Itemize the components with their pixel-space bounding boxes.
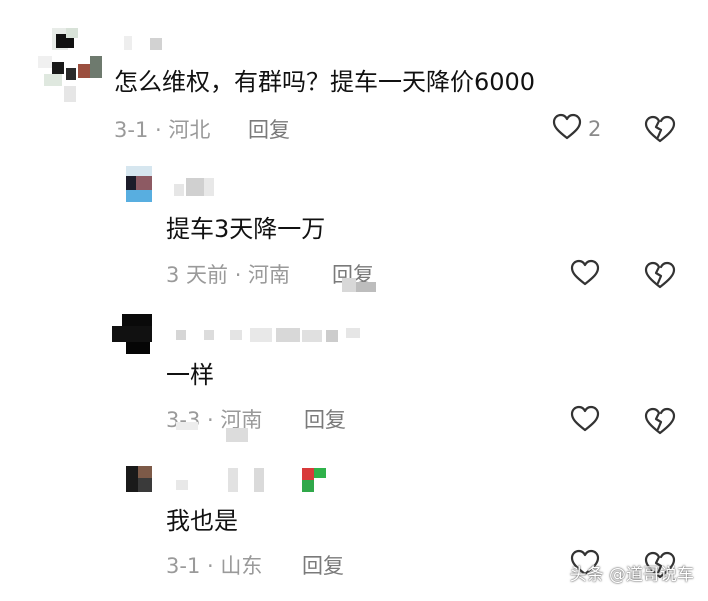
comment-text: 一样 — [166, 361, 214, 389]
dislike-button[interactable] — [644, 406, 676, 436]
blur-overlay — [342, 278, 378, 296]
broken-heart-icon — [644, 407, 676, 440]
broken-heart-icon — [644, 261, 676, 294]
heart-outline-icon — [570, 259, 600, 291]
reply-button[interactable]: 回复 — [304, 407, 346, 433]
dislike-button[interactable] — [644, 114, 676, 144]
like-count: 2 — [588, 117, 602, 141]
comment-text: 怎么维权，有群吗？提车一天降价6000 — [114, 68, 536, 96]
comment-item: 怎么维权，有群吗？提车一天降价6000 3-1 · 河北 回复 2 — [0, 0, 708, 160]
reply-button[interactable]: 回复 — [302, 553, 344, 579]
username[interactable] — [174, 178, 218, 196]
broken-heart-icon — [644, 115, 676, 148]
avatar[interactable] — [112, 314, 152, 354]
comment-meta: 3 天前 · 河南 — [166, 263, 291, 287]
avatar[interactable] — [126, 466, 152, 492]
comment-text: 提车3天降一万 — [166, 215, 326, 243]
reply-item: 提车3天降一万 3 天前 · 河南 回复 — [0, 160, 708, 300]
comment-meta: 3-1 · 河北 — [114, 118, 211, 142]
username[interactable] — [124, 34, 168, 52]
reply-item: 一样 3-3 · 河南 回复 — [0, 300, 708, 450]
dislike-button[interactable] — [644, 260, 676, 290]
watermark: 头条 @道哥说车 — [548, 560, 694, 585]
like-button[interactable] — [570, 405, 600, 437]
heart-outline-icon — [552, 113, 582, 145]
watermark-text: 头条 @道哥说车 — [569, 565, 694, 585]
heart-outline-icon — [570, 405, 600, 437]
comment-meta: 3-1 · 山东 — [166, 554, 263, 578]
blur-overlay — [176, 416, 276, 442]
username[interactable] — [176, 328, 366, 346]
comment-text: 我也是 — [166, 507, 238, 535]
reply-button[interactable]: 回复 — [248, 117, 290, 143]
avatar[interactable] — [126, 166, 152, 204]
username[interactable] — [176, 468, 336, 492]
avatar[interactable] — [38, 24, 102, 104]
like-button[interactable] — [570, 259, 600, 291]
like-button[interactable]: 2 — [552, 113, 602, 145]
toutiao-logo-icon — [548, 564, 566, 582]
